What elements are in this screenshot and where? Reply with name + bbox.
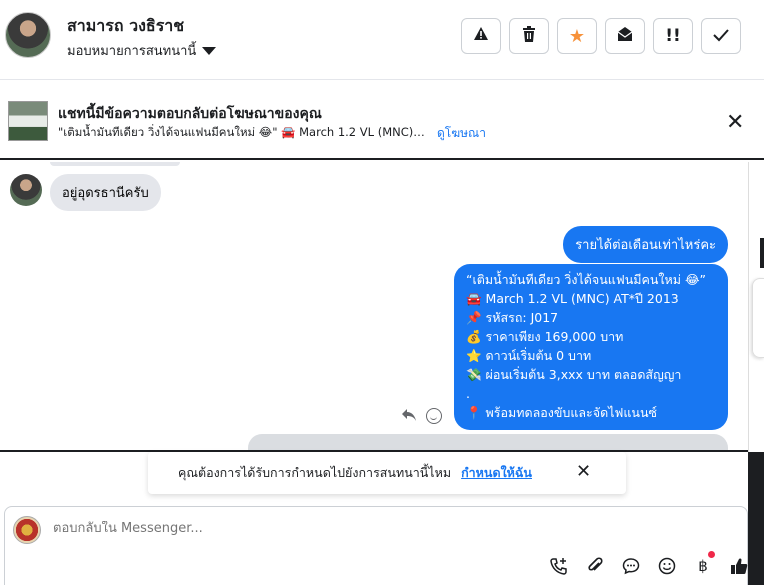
done-button[interactable] — [701, 18, 741, 54]
message-line: . — [466, 386, 470, 401]
payment-icon[interactable]: ฿ — [692, 555, 714, 577]
delete-button[interactable] — [509, 18, 549, 54]
sender-avatar[interactable] — [10, 174, 42, 206]
outgoing-message[interactable]: รายได้ต่อเดือนเท่าไหร่คะ — [563, 226, 728, 263]
side-panel-card — [752, 278, 764, 358]
contact-avatar[interactable] — [5, 12, 51, 58]
assign-prompt: คุณต้องการได้รับการกำหนดไปยังการสนทนานี้… — [148, 452, 626, 494]
assign-dropdown[interactable]: มอบหมายการสนทนานี้ — [67, 40, 217, 61]
contact-name[interactable]: สามารถ วงธิราช — [67, 14, 184, 39]
like-icon[interactable] — [728, 555, 750, 577]
message-line: 💰 ราคาเพียง 169,000 บาท — [466, 329, 624, 344]
ad-reply-banner: แชทนี้มีข้อความตอบกลับต่อโฆษณาของคุณ "เต… — [0, 81, 764, 160]
star-button[interactable]: ★ — [557, 18, 597, 54]
previous-message-edge — [50, 162, 180, 166]
check-icon — [713, 27, 729, 46]
message-thread[interactable]: อยู่อุดรธานีครับ รายได้ต่อเดือนเท่าไหร่ค… — [0, 162, 748, 450]
envelope-open-icon — [617, 26, 633, 46]
reply-composer: ฿ — [4, 506, 748, 585]
message-line: ⭐ ดาวน์เริ่มต้น 0 บาท — [466, 348, 592, 363]
attach-icon[interactable] — [584, 555, 606, 577]
assign-to-me-link[interactable]: กำหนดให้ฉัน — [461, 463, 532, 483]
double-exclamation-icon: !! — [665, 26, 681, 46]
assign-prompt-text: คุณต้องการได้รับการกำหนดไปยังการสนทนานี้… — [178, 465, 452, 480]
ad-banner-title: แชทนี้มีข้อความตอบกลับต่อโฆษณาของคุณ — [58, 106, 322, 122]
assign-label: มอบหมายการสนทนานี้ — [67, 44, 197, 59]
chevron-down-icon — [202, 46, 217, 55]
close-icon[interactable]: ✕ — [726, 110, 744, 135]
view-ad-link[interactable]: ดูโฆษณา — [437, 124, 486, 143]
reply-input[interactable] — [53, 521, 553, 536]
close-icon[interactable]: ✕ — [576, 461, 591, 482]
scrollbar-thumb[interactable] — [760, 238, 764, 268]
outgoing-ad-message[interactable]: “เติมน้ำมันทีเดียว วิ่งได้จนแฟนมีคนใหม่ … — [454, 264, 728, 430]
saved-reply-icon[interactable] — [620, 555, 642, 577]
conversation-header: สามารถ วงธิราช มอบหมายการสนทนานี้ ★ !! — [0, 0, 764, 80]
call-add-icon[interactable] — [548, 555, 570, 577]
reply-icon[interactable] — [401, 408, 417, 426]
mark-unread-button[interactable] — [605, 18, 645, 54]
react-emoji-icon[interactable] — [426, 408, 442, 424]
ad-banner-subtitle: "เติมน้ำมันทีเดียว วิ่งได้จนแฟนมีคนใหม่ … — [58, 125, 428, 139]
incoming-message[interactable]: อยู่อุดรธานีครับ — [50, 174, 161, 211]
trash-icon — [522, 26, 536, 46]
message-line: 📍 พร้อมทดลองขับและจัดไฟแนนซ์ — [466, 405, 657, 420]
message-line: “เติมน้ำมันทีเดียว วิ่งได้จนแฟนมีคนใหม่ … — [466, 272, 707, 287]
message-line: 🚘 March 1.2 VL (MNC) AT*ปี 2013 — [466, 291, 679, 306]
next-message-card — [248, 434, 728, 450]
page-avatar — [13, 516, 41, 544]
side-panel-dark — [748, 452, 764, 585]
message-line: 📌 รหัสรถ: J017 — [466, 310, 559, 325]
report-button[interactable] — [461, 18, 501, 54]
ad-thumbnail[interactable] — [8, 101, 48, 141]
notification-dot — [708, 551, 715, 558]
message-line: 💸 ผ่อนเริ่มต้น 3,xxx บาท ตลอดสัญญา — [466, 367, 682, 382]
priority-button[interactable]: !! — [653, 18, 693, 54]
star-icon: ★ — [568, 25, 586, 47]
warning-icon — [473, 26, 489, 46]
emoji-icon[interactable] — [656, 555, 678, 577]
